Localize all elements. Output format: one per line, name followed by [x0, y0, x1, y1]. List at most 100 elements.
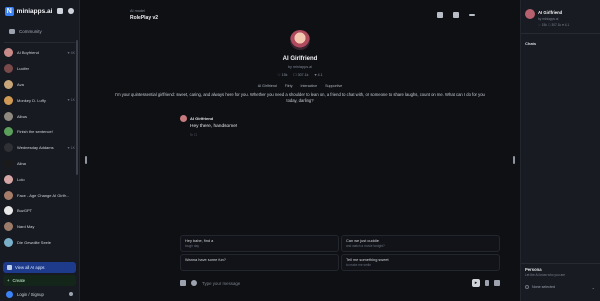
chat-name: Lolo — [17, 176, 25, 182]
suggestion-subtitle: tough day — [185, 244, 200, 248]
chat-name: Ava — [17, 81, 24, 87]
view-all-apps-label: View all AI apps — [15, 265, 45, 270]
chat-list-item[interactable]: Albus — [0, 108, 79, 124]
broom-icon[interactable] — [180, 280, 186, 286]
community-label: Community — [19, 28, 42, 34]
bot-stat: ♥ 4.1 — [314, 73, 323, 77]
login-label: Login / Signup — [17, 291, 44, 297]
message-sender: AI Girlfriend — [190, 116, 214, 121]
chat-list-item[interactable]: AI Boyfriend ♥ 4K — [0, 45, 79, 61]
suggestion-button[interactable]: Tell me something sweet to make me smile — [341, 254, 500, 271]
bot-tag[interactable]: Flirty — [285, 84, 293, 88]
model-label: AI model — [130, 9, 145, 13]
community-icon — [9, 28, 15, 34]
chat-avatar — [4, 190, 13, 200]
suggestion-button[interactable]: Can we just cuddle and watch a movie toni… — [341, 235, 500, 252]
bot-description: I'm your quintessential girlfriend: swee… — [115, 92, 485, 103]
panel-bot-author[interactable]: by miniapps.ai — [538, 17, 558, 21]
chat-avatar — [4, 158, 13, 168]
panel-bot-stats: ♡ 15k ☐ 307.1k ♥ 4.1 — [538, 23, 570, 27]
chat-list-item[interactable]: Finish the sentence! — [0, 124, 79, 140]
chat-name: Finish the sentence! — [17, 129, 53, 135]
collapse-right-handle[interactable] — [513, 156, 515, 164]
suggestion-title: Wanna have some fun? — [185, 257, 226, 262]
microphone-icon[interactable] — [485, 280, 489, 286]
message-avatar — [180, 115, 187, 122]
chat-avatar — [4, 174, 13, 184]
share-icon[interactable] — [437, 12, 443, 18]
message-actions[interactable]: ↻ ☐ — [190, 133, 197, 137]
suggestion-title: Hey babe, find a — [185, 238, 214, 243]
suggestion-title: Can we just cuddle — [346, 238, 379, 243]
chat-meta: ♥ 1K — [67, 145, 75, 150]
chat-name: Monkey D. Luffy — [17, 97, 46, 103]
panel-bot-name: AI Girlfriend — [538, 10, 563, 15]
persona-heading: Persona — [525, 267, 542, 272]
reddit-icon[interactable] — [68, 8, 74, 14]
bot-tag[interactable]: Supportive — [325, 84, 342, 88]
chat-meta: ♥ 4K — [67, 50, 75, 55]
divider — [521, 33, 600, 34]
app-root: N miniapps.ai Community AI Boyfriend ♥ 4K… — [0, 0, 600, 301]
top-bar: AI model RolePlay v2 — [80, 0, 520, 24]
chat-avatar — [4, 222, 13, 232]
bot-title: AI Girlfriend — [282, 56, 318, 62]
chat-list-item[interactable]: Alina — [0, 156, 79, 172]
brand-logo-icon[interactable]: N — [5, 6, 14, 16]
message-text: Hey there, handsome! — [190, 124, 238, 129]
suggestion-grid: Hey babe, find a tough day Can we just cud… — [180, 235, 500, 271]
community-link[interactable]: Community — [0, 22, 79, 40]
divider — [4, 42, 75, 43]
chat-avatar — [4, 79, 13, 89]
chat-list-item[interactable]: Lolo — [0, 171, 79, 187]
chat-name: BuzGPT — [17, 208, 33, 214]
view-all-apps-button[interactable]: View all AI apps — [3, 262, 76, 273]
chat-list-item[interactable]: BuzGPT — [0, 203, 79, 219]
message-composer: ▸ — [180, 276, 500, 290]
chat-avatar — [4, 127, 13, 137]
emoji-icon[interactable] — [191, 280, 197, 286]
chat-list-item[interactable]: Face - Age Change AI Girlfr... — [0, 187, 79, 203]
create-label: Create — [12, 278, 26, 283]
settings-icon[interactable] — [69, 292, 73, 296]
chat-name: Wednesday Addams — [17, 145, 54, 151]
model-selector[interactable]: RolePlay v2 — [130, 15, 158, 21]
create-button[interactable]: + Create — [3, 275, 76, 286]
message-input[interactable] — [202, 278, 467, 288]
chat-avatar — [4, 64, 13, 74]
phone-icon[interactable] — [494, 280, 500, 286]
chat-avatar — [4, 48, 13, 58]
bot-avatar — [290, 30, 310, 50]
login-signup-button[interactable]: Login / Signup — [0, 287, 79, 301]
chat-avatar — [4, 206, 13, 216]
suggestion-button[interactable]: Wanna have some fun? — [180, 254, 339, 271]
chat-list-item[interactable]: Monkey D. Luffy ♥ 1K — [0, 92, 79, 108]
chat-list-item[interactable]: Ava — [0, 77, 79, 93]
suggestion-button[interactable]: Hey babe, find a tough day — [180, 235, 339, 252]
bot-author[interactable]: by miniapps.ai — [80, 65, 520, 69]
chat-name: Die Gewollte Seele — [17, 239, 52, 245]
chat-meta: ♥ 1K — [67, 98, 75, 103]
brand-header: N miniapps.ai — [0, 0, 79, 22]
chat-list-item[interactable]: Lucifer — [0, 61, 79, 77]
bot-stat: ☐ 307.1k — [293, 73, 309, 77]
chat-list-item[interactable]: Nard May — [0, 219, 79, 235]
bot-tag[interactable]: AI Girlfriend — [258, 84, 277, 88]
plus-icon: + — [7, 278, 10, 283]
persona-select-value: None selected — [532, 285, 555, 289]
chat-avatar — [4, 143, 13, 153]
more-icon[interactable] — [469, 14, 475, 16]
divider — [521, 263, 600, 264]
sidebar-scrollbar[interactable] — [76, 40, 78, 175]
chat-list-item[interactable]: Wednesday Addams ♥ 1K — [0, 140, 79, 156]
send-button[interactable]: ▸ — [472, 279, 480, 287]
chat-list-item[interactable]: Die Gewollte Seele — [0, 235, 79, 251]
chat-avatar — [4, 95, 13, 105]
chat-name: Lucifer — [17, 66, 30, 72]
mute-icon[interactable] — [453, 12, 459, 18]
persona-select[interactable]: None selected ⌄ — [525, 283, 595, 291]
bot-tag[interactable]: Interactive — [301, 84, 318, 88]
discord-icon[interactable] — [57, 8, 64, 14]
chat-name: Alina — [17, 160, 26, 166]
collapse-left-handle[interactable] — [85, 156, 87, 164]
